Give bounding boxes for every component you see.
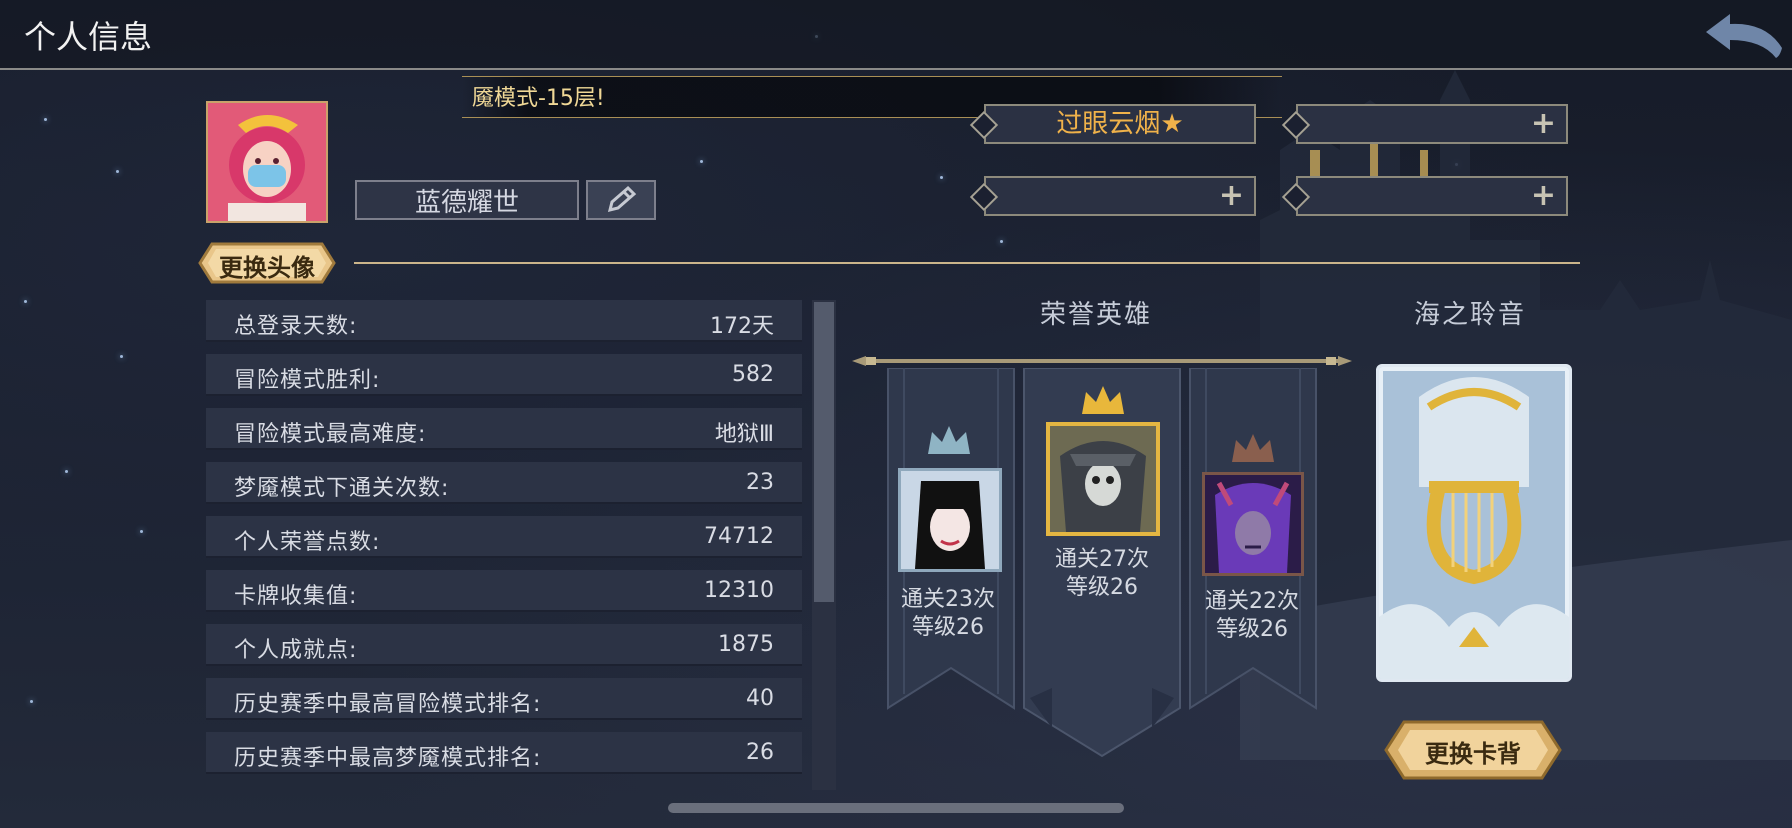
stat-label: 个人荣誉点数:: [234, 530, 381, 555]
stat-row-card-collection: 卡牌收集值: 12310: [206, 570, 802, 612]
hero-1-clears: 通关23次: [901, 587, 995, 612]
banner-rod-icon: [852, 356, 1352, 366]
hero-1-level: 等级26: [912, 615, 984, 640]
hero-2-clears: 通关27次: [1055, 547, 1149, 572]
tip-text: 魇模式-15层!: [472, 86, 605, 111]
avatar[interactable]: [206, 101, 328, 223]
change-avatar-button[interactable]: 更换头像: [198, 242, 336, 284]
bronze-crown-icon: [1232, 434, 1274, 462]
title-slot-text: 过眼云烟★: [1056, 109, 1184, 139]
card-back-preview[interactable]: [1376, 364, 1572, 682]
hero-1-portrait-icon: [901, 471, 999, 569]
hero-3-clears: 通关22次: [1205, 589, 1299, 614]
silver-crown-icon: [928, 426, 970, 454]
stat-row-achievements: 个人成就点: 1875: [206, 624, 802, 666]
stat-row-login-days: 总登录天数: 172天: [206, 300, 802, 342]
stat-label: 总登录天数:: [234, 314, 358, 339]
plus-icon: +: [1530, 106, 1556, 141]
hero-2-level: 等级26: [1066, 575, 1138, 600]
divider-line: [354, 262, 1580, 264]
stat-row-max-difficulty: 冒险模式最高难度: 地狱Ⅲ: [206, 408, 802, 450]
stats-scrollbar-thumb[interactable]: [814, 302, 834, 602]
stat-value: 74712: [704, 524, 774, 549]
home-indicator: [668, 803, 1124, 813]
hero-portrait-2[interactable]: [1046, 422, 1160, 536]
stat-value: 1875: [718, 632, 774, 657]
lyre-card-back-icon: [1379, 367, 1569, 679]
stat-row-honor-points: 个人荣誉点数: 74712: [206, 516, 802, 558]
stat-label: 梦魇模式下通关次数:: [234, 476, 450, 501]
avatar-portrait-icon: [208, 103, 326, 221]
plus-icon: +: [1218, 178, 1244, 213]
hero-3-level: 等级26: [1216, 617, 1288, 642]
slot-diamond-icon: [969, 182, 999, 212]
stat-value: 26: [746, 740, 774, 765]
stat-row-nightmare-clears: 梦魇模式下通关次数: 23: [206, 462, 802, 504]
stat-label: 历史赛季中最高冒险模式排名:: [234, 692, 542, 717]
title-slot-3[interactable]: +: [969, 176, 1256, 216]
stat-row-adventure-wins: 冒险模式胜利: 582: [206, 354, 802, 396]
stat-label: 卡牌收集值:: [234, 584, 358, 609]
stat-label: 个人成就点:: [234, 638, 358, 663]
stat-row-adventure-rank: 历史赛季中最高冒险模式排名: 40: [206, 678, 802, 720]
title-slot-2[interactable]: +: [1281, 104, 1568, 144]
title-slot-4[interactable]: +: [1281, 176, 1568, 216]
hero-portrait-1[interactable]: [898, 468, 1002, 572]
stat-value: 582: [732, 362, 774, 387]
stat-label: 冒险模式最高难度:: [234, 422, 427, 447]
stat-label: 冒险模式胜利:: [234, 368, 381, 393]
stat-row-nightmare-rank: 历史赛季中最高梦魇模式排名: 26: [206, 732, 802, 774]
player-name: 蓝德耀世: [355, 180, 579, 220]
edit-name-button[interactable]: [586, 180, 656, 220]
hero-3-portrait-icon: [1205, 475, 1301, 573]
title-slot-1[interactable]: 过眼云烟★: [969, 104, 1256, 144]
stat-value: 40: [746, 686, 774, 711]
change-card-back-button[interactable]: 更换卡背: [1384, 720, 1562, 780]
plus-icon: +: [1530, 178, 1556, 213]
card-back-title: 海之聆音: [1414, 300, 1527, 330]
stat-value: 23: [746, 470, 774, 495]
page-title: 个人信息: [24, 18, 153, 56]
honor-heroes-title: 荣誉英雄: [1040, 300, 1153, 330]
stat-value: 172天: [710, 314, 774, 339]
gold-crown-icon: [1082, 386, 1124, 414]
change-avatar-label: 更换头像: [219, 254, 315, 282]
header-bar: [0, 0, 1792, 70]
back-arrow-icon[interactable]: [1696, 8, 1792, 64]
stat-value: 地狱Ⅲ: [714, 422, 774, 447]
hero-portrait-3[interactable]: [1202, 472, 1304, 576]
change-card-back-label: 更换卡背: [1425, 740, 1521, 768]
stat-label: 历史赛季中最高梦魇模式排名:: [234, 746, 542, 771]
pencil-icon: [607, 185, 637, 213]
stat-value: 12310: [704, 578, 774, 603]
hero-2-portrait-icon: [1050, 426, 1156, 532]
